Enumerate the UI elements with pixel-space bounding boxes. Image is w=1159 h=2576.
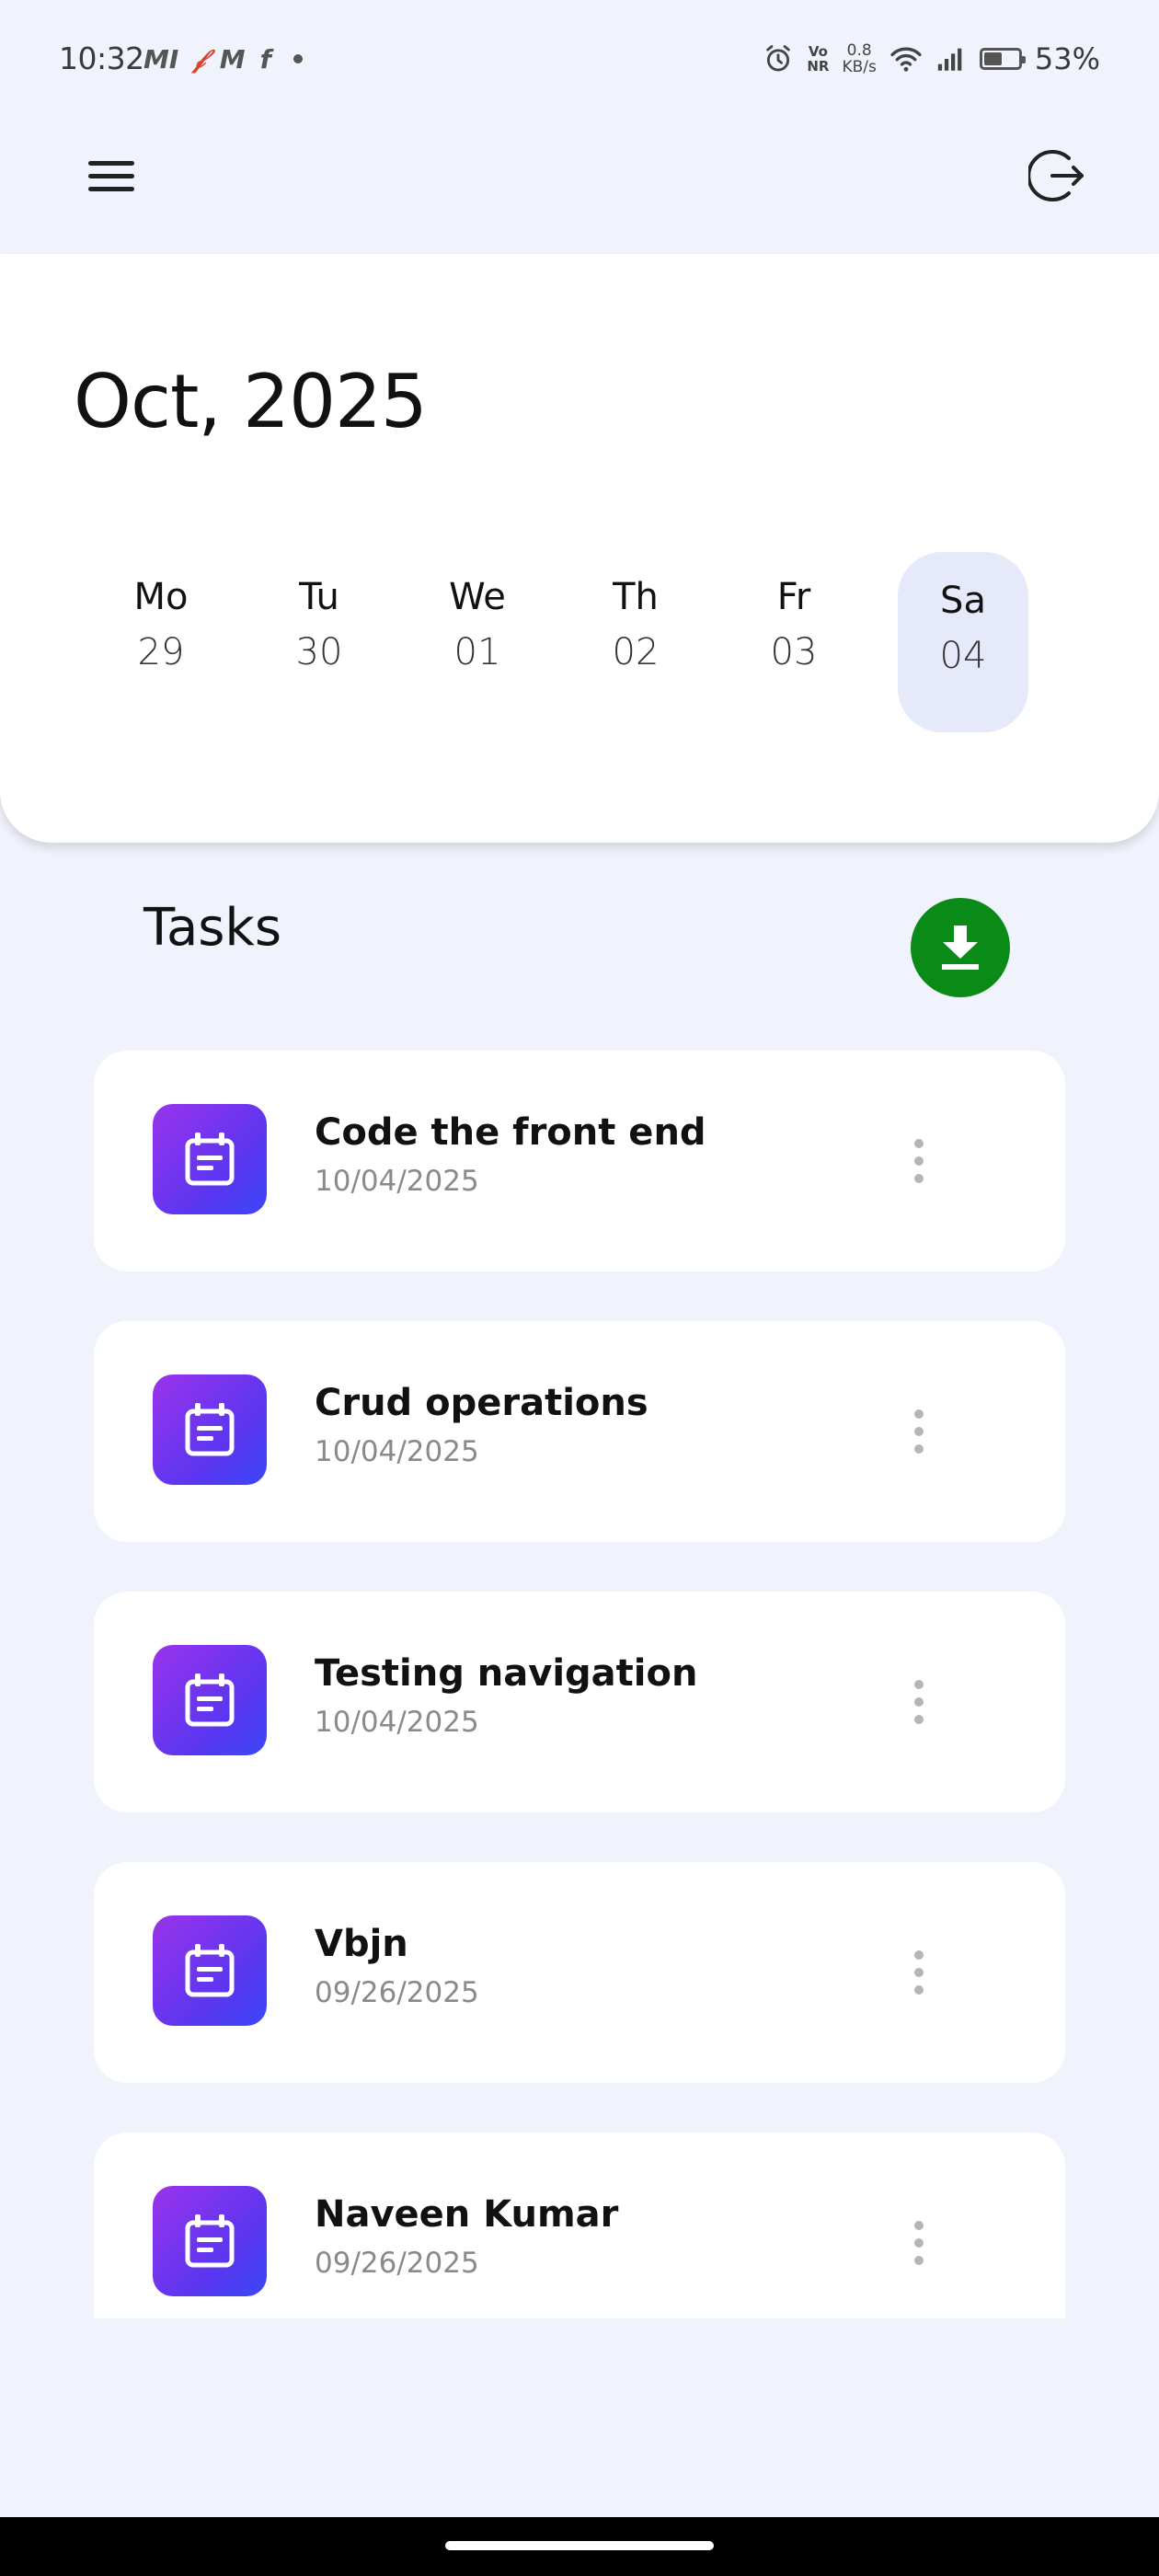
task-more-options-button[interactable]: [896, 1943, 940, 2002]
task-title: Naveen Kumar: [315, 2193, 619, 2236]
calendar-note-icon: [185, 1944, 235, 1997]
task-icon-tile: [153, 1645, 267, 1755]
task-title: Crud operations: [315, 1382, 648, 1424]
wifi-icon: [890, 47, 922, 72]
more-vert-dot: [914, 1985, 924, 1995]
logout-button[interactable]: [1027, 145, 1089, 206]
calendar-note-icon: [185, 1133, 235, 1186]
more-vert-dot: [914, 1174, 924, 1183]
task-date: 10/04/2025: [315, 1165, 479, 1198]
logout-icon: [1027, 150, 1084, 201]
day-name: We: [449, 576, 506, 618]
day-name: Mo: [133, 576, 189, 618]
volte-indicator: Vo NR: [807, 44, 829, 74]
day-thursday[interactable]: Th 02: [570, 552, 701, 732]
more-vert-dot: [914, 2238, 924, 2248]
day-number: 02: [612, 631, 660, 673]
status-time: 10:32: [59, 40, 144, 76]
calendar-note-icon: [185, 2214, 235, 2268]
calendar-card: Oct, 2025 Mo 29 Tu 30 We 01 Th 02 Fr 03 …: [0, 254, 1159, 843]
battery-icon: [979, 48, 1026, 70]
task-icon-tile: [153, 1104, 267, 1214]
task-card[interactable]: Crud operations 10/04/2025: [94, 1321, 1065, 1542]
day-number: 29: [137, 631, 185, 673]
status-bar: 10:32 MI 𝒻 M f Vo NR 0.8 KB/s 53%: [0, 0, 1159, 129]
volte-bottom-label: NR: [807, 58, 830, 75]
download-button[interactable]: [911, 898, 1010, 997]
task-icon-tile: [153, 1374, 267, 1485]
m-app-icon: M: [219, 43, 246, 75]
task-date: 09/26/2025: [315, 1976, 479, 2009]
task-card[interactable]: Naveen Kumar 09/26/2025: [94, 2133, 1065, 2318]
task-more-options-button[interactable]: [896, 1132, 940, 1190]
task-icon-tile: [153, 1915, 267, 2026]
hamburger-line: [88, 186, 134, 191]
task-more-options-button[interactable]: [896, 2214, 940, 2272]
download-icon: [942, 926, 979, 970]
more-vert-dot: [914, 1444, 924, 1454]
task-title: Vbjn: [315, 1923, 408, 1965]
notification-icons: MI 𝒻 M f: [143, 40, 303, 77]
tasks-heading: Tasks: [143, 898, 282, 958]
alarm-icon: [766, 45, 791, 72]
task-list: Code the front end 10/04/2025 Crud opera…: [94, 1051, 1065, 2318]
day-saturday-selected[interactable]: Sa 04: [898, 552, 1028, 732]
hamburger-menu-icon: [88, 160, 134, 166]
more-vert-icon: [914, 2221, 924, 2230]
day-name: Fr: [776, 576, 811, 618]
menu-button[interactable]: [77, 147, 147, 204]
day-name: Tu: [299, 576, 339, 618]
task-date: 10/04/2025: [315, 1706, 479, 1739]
network-speed: 0.8 KB/s: [842, 42, 876, 75]
flipkart-app-icon: f: [259, 43, 271, 75]
more-vert-icon: [914, 1409, 924, 1419]
day-number: 04: [939, 635, 987, 677]
network-speed-value: 0.8: [846, 41, 872, 60]
more-vert-icon: [914, 1950, 924, 1960]
more-vert-icon: [914, 1139, 924, 1148]
calendar-note-icon: [185, 1403, 235, 1456]
more-vert-dot: [914, 1697, 924, 1707]
day-wednesday[interactable]: We 01: [412, 552, 543, 732]
flame-app-icon: 𝒻: [193, 43, 205, 74]
task-date: 09/26/2025: [315, 2247, 479, 2280]
network-speed-unit: KB/s: [842, 58, 877, 76]
more-vert-icon: [914, 1680, 924, 1689]
calendar-note-icon: [185, 1673, 235, 1727]
status-indicators: Vo NR 0.8 KB/s 53%: [763, 39, 1100, 79]
task-card[interactable]: Code the front end 10/04/2025: [94, 1051, 1065, 1271]
task-more-options-button[interactable]: [896, 1673, 940, 1731]
day-number: 30: [295, 631, 343, 673]
hamburger-line: [88, 173, 134, 178]
task-icon-tile: [153, 2186, 267, 2296]
month-title: Oct, 2025: [74, 359, 428, 444]
task-card[interactable]: Vbjn 09/26/2025: [94, 1862, 1065, 2083]
task-date: 10/04/2025: [315, 1435, 479, 1468]
day-tuesday[interactable]: Tu 30: [254, 552, 384, 732]
more-vert-dot: [914, 2256, 924, 2265]
task-more-options-button[interactable]: [896, 1402, 940, 1461]
day-name: Sa: [940, 580, 986, 622]
mi-app-icon: MI: [143, 43, 179, 75]
day-name: Th: [613, 576, 659, 618]
more-vert-dot: [914, 1156, 924, 1166]
task-title: Code the front end: [315, 1111, 706, 1154]
more-vert-dot: [914, 1715, 924, 1724]
home-gesture-handle[interactable]: [445, 2541, 714, 2550]
more-vert-dot: [914, 1968, 924, 1977]
day-monday[interactable]: Mo 29: [96, 552, 226, 732]
task-card[interactable]: Testing navigation 10/04/2025: [94, 1592, 1065, 1812]
signal-icon: [937, 48, 962, 71]
day-number: 01: [453, 631, 501, 673]
task-title: Testing navigation: [315, 1652, 698, 1695]
more-notifications-dot-icon: [293, 54, 303, 63]
battery-level-fill: [983, 52, 1002, 65]
day-number: 03: [770, 631, 818, 673]
more-vert-dot: [914, 1427, 924, 1436]
day-friday[interactable]: Fr 03: [729, 552, 859, 732]
battery-percent: 53%: [1034, 41, 1100, 76]
volte-top-label: Vo: [808, 43, 828, 60]
